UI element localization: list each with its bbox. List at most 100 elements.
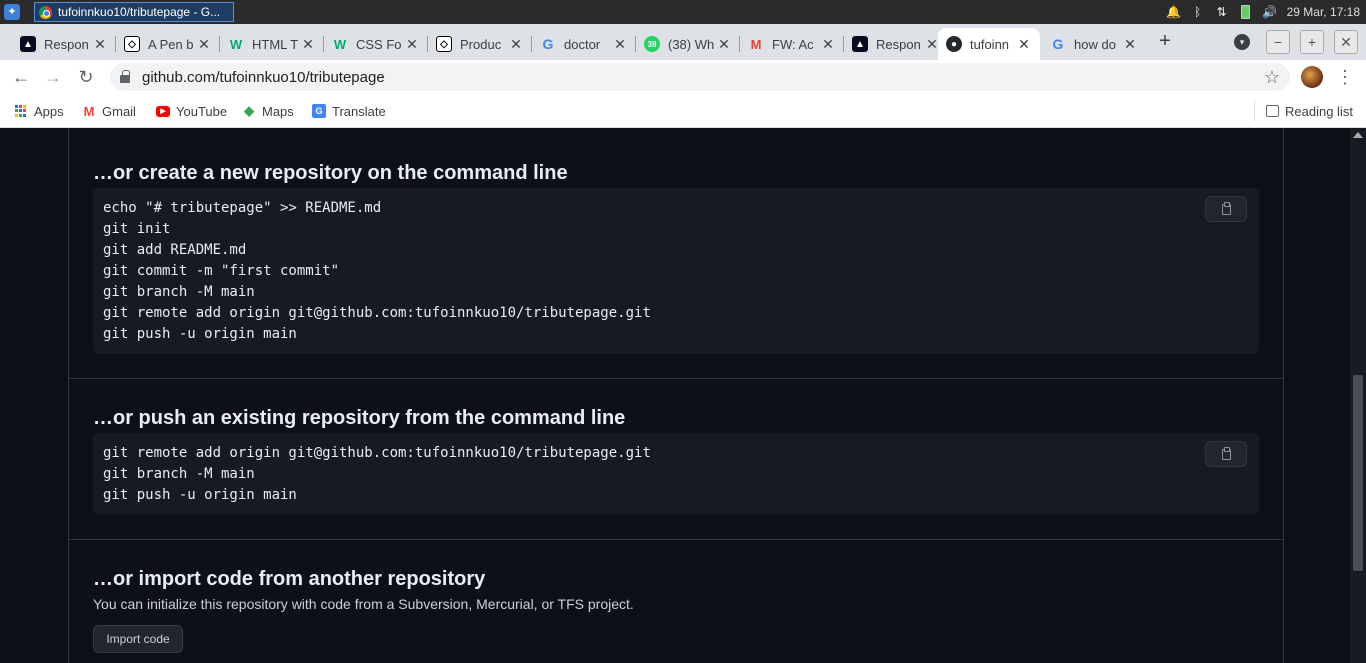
page-scrollbar[interactable] (1350, 128, 1366, 663)
clipboard-icon (1221, 201, 1231, 215)
code-line: git push -u origin main (103, 326, 297, 342)
reading-list-button[interactable]: Reading list (1266, 102, 1353, 120)
start-menu-icon[interactable]: ✦ (4, 4, 20, 20)
github-icon: ● (946, 36, 962, 52)
forward-arrow-icon[interactable]: → (42, 66, 64, 88)
close-tab-icon[interactable]: ✕ (300, 36, 316, 53)
code-line: git branch -M main (103, 466, 255, 482)
battery-icon[interactable] (1239, 5, 1253, 19)
bookmark-star-icon[interactable]: ☆ (1264, 67, 1280, 88)
bookmarks-divider (1254, 101, 1255, 121)
tab[interactable]: G doctor ✕ (532, 28, 636, 60)
gmail-icon: M (83, 103, 95, 119)
taskbar-window-title: tufoinnkuo10/tributepage - G... (58, 5, 221, 19)
reload-icon[interactable]: ↻ (75, 66, 97, 88)
tab[interactable]: G how do ✕ (1042, 28, 1146, 60)
reading-list-icon (1266, 105, 1279, 117)
bookmark-apps[interactable]: Apps (14, 102, 64, 120)
tab[interactable]: M FW: Ac ✕ (740, 28, 844, 60)
minimize-window-button[interactable]: − (1266, 30, 1290, 54)
close-tab-icon[interactable]: ✕ (508, 36, 524, 53)
os-taskbar: ✦ tufoinnkuo10/tributepage - G... 🔔 ᛒ ⇅ … (0, 0, 1366, 24)
bookmark-youtube[interactable]: ▶ YouTube (156, 102, 227, 120)
google-icon: G (542, 36, 554, 52)
close-tab-icon[interactable]: ✕ (820, 36, 836, 53)
code-line: git commit -m "first commit" (103, 263, 340, 279)
freecodecamp-icon: ▲ (20, 36, 36, 52)
codepen-icon: ◇ (124, 36, 140, 52)
close-tab-icon[interactable]: ✕ (1122, 36, 1138, 53)
import-description: You can initialize this repository with … (93, 596, 634, 612)
code-line: git remote add origin git@github.com:tuf… (103, 445, 651, 461)
volume-icon[interactable]: 🔊 (1262, 5, 1277, 19)
tab[interactable]: W CSS Fo ✕ (324, 28, 428, 60)
tab[interactable]: ▲ Respon ✕ (12, 28, 116, 60)
address-bar[interactable]: github.com/tufoinnkuo10/tributepage ☆ (110, 63, 1290, 91)
tab-active[interactable]: ● tufoinn ✕ (938, 28, 1040, 60)
bookmark-maps[interactable]: ◆ Maps (242, 102, 294, 120)
page-content: …or create a new repository on the comma… (0, 128, 1350, 663)
tab[interactable]: 38 (38) Wh ✕ (636, 28, 740, 60)
whatsapp-icon: 38 (644, 36, 660, 52)
network-icon[interactable]: ⇅ (1215, 5, 1229, 19)
browser-tab-strip: ▲ Respon ✕ ◇ A Pen b ✕ W HTML T ✕ W CSS … (0, 24, 1366, 60)
codepen-icon: ◇ (436, 36, 452, 52)
clipboard-icon (1221, 446, 1231, 460)
close-tab-icon[interactable]: ✕ (404, 36, 420, 53)
w3schools-icon: W (333, 36, 347, 52)
bookmark-gmail[interactable]: M Gmail (82, 102, 136, 120)
browser-toolbar: ← → ↻ github.com/tufoinnkuo10/tributepag… (0, 60, 1366, 94)
push-repo-heading: …or push an existing repository from the… (93, 407, 626, 429)
tab[interactable]: ◇ Produc ✕ (428, 28, 532, 60)
code-line: echo "# tributepage" >> README.md (103, 200, 382, 216)
import-repo-heading: …or import code from another repository (93, 568, 486, 590)
section-divider (69, 539, 1283, 540)
code-line: git init (103, 221, 171, 237)
tab-search-icon[interactable]: ▾ (1234, 34, 1250, 50)
close-tab-icon[interactable]: ✕ (716, 36, 732, 53)
code-lines[interactable]: echo "# tributepage" >> README.md git ini… (103, 198, 651, 345)
bell-icon[interactable]: 🔔 (1166, 5, 1181, 19)
w3schools-icon: W (229, 36, 243, 52)
taskbar-window-button[interactable]: tufoinnkuo10/tributepage - G... (34, 2, 234, 22)
close-tab-icon[interactable]: ✕ (196, 36, 212, 53)
back-arrow-icon[interactable]: ← (10, 66, 32, 88)
import-code-button[interactable]: Import code (93, 625, 183, 653)
bookmark-translate[interactable]: G Translate (312, 102, 386, 120)
close-window-button[interactable]: ✕ (1334, 30, 1358, 54)
code-line: git add README.md (103, 242, 247, 258)
gmail-icon: M (750, 36, 762, 52)
close-tab-icon[interactable]: ✕ (612, 36, 628, 53)
copy-button[interactable] (1205, 441, 1247, 467)
code-line: git remote add origin git@github.com:tuf… (103, 305, 651, 321)
system-tray: 🔔 ᛒ ⇅ 🔊 29 Mar, 17:18 (1166, 0, 1360, 24)
new-tab-button[interactable]: + (1154, 30, 1176, 52)
lock-icon[interactable] (120, 70, 130, 83)
bluetooth-icon[interactable]: ᛒ (1191, 5, 1205, 19)
close-tab-icon[interactable]: ✕ (92, 36, 108, 53)
tab[interactable]: W HTML T ✕ (220, 28, 324, 60)
create-repo-code-block: echo "# tributepage" >> README.md git ini… (93, 188, 1259, 354)
tab[interactable]: ◇ A Pen b ✕ (116, 28, 220, 60)
section-divider (69, 378, 1283, 379)
tab[interactable]: ▲ Respon ✕ (844, 28, 948, 60)
chrome-icon (39, 5, 52, 19)
freecodecamp-icon: ▲ (852, 36, 868, 52)
chrome-menu-icon[interactable]: ⋮ (1336, 66, 1354, 88)
code-line: git push -u origin main (103, 487, 297, 503)
profile-avatar[interactable] (1301, 66, 1323, 88)
maximize-window-button[interactable]: + (1300, 30, 1324, 54)
code-line: git branch -M main (103, 284, 255, 300)
create-repo-heading: …or create a new repository on the comma… (93, 162, 568, 184)
copy-button[interactable] (1205, 196, 1247, 222)
clock[interactable]: 29 Mar, 17:18 (1287, 5, 1360, 19)
url-text[interactable]: github.com/tufoinnkuo10/tributepage (142, 69, 385, 86)
youtube-icon: ▶ (156, 105, 170, 117)
code-lines[interactable]: git remote add origin git@github.com:tuf… (103, 443, 651, 506)
scrollbar-thumb[interactable] (1353, 375, 1363, 571)
maps-icon: ◆ (244, 103, 254, 118)
scroll-up-arrow-icon[interactable] (1353, 132, 1363, 138)
google-icon: G (1052, 36, 1064, 52)
translate-icon: G (312, 104, 326, 118)
close-tab-icon[interactable]: ✕ (1016, 36, 1032, 53)
